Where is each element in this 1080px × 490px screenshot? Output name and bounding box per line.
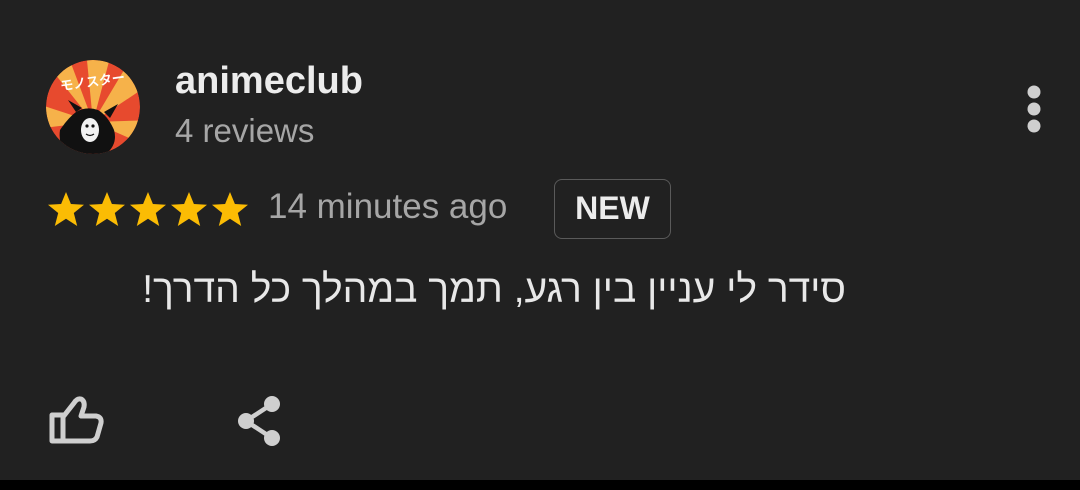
- review-card: モノスター animeclub 4 reviews 14 minutes ago…: [0, 0, 1080, 480]
- more-options-button[interactable]: [1012, 80, 1056, 140]
- star-icon: [212, 192, 248, 226]
- bottom-edge: [0, 480, 1080, 490]
- review-count: 4 reviews: [175, 112, 315, 149]
- review-text: סידר לי עניין בין רגע, תמך במהלך כל הדרך…: [142, 268, 846, 311]
- share-icon: [238, 396, 280, 446]
- star-icon: [48, 192, 84, 226]
- star-icon: [171, 192, 207, 226]
- star-icon: [89, 192, 125, 226]
- avatar[interactable]: モノスター: [46, 60, 140, 154]
- more-vertical-icon: [1027, 85, 1041, 133]
- new-badge: NEW: [554, 179, 671, 239]
- share-button[interactable]: [232, 392, 292, 452]
- thumbs-up-icon: [49, 396, 104, 444]
- like-button[interactable]: [44, 390, 108, 450]
- avatar-logo: モノスター: [46, 60, 140, 154]
- star-icon: [130, 192, 166, 226]
- user-name[interactable]: animeclub: [175, 60, 363, 103]
- star-rating: [46, 190, 250, 230]
- review-time: 14 minutes ago: [268, 187, 508, 226]
